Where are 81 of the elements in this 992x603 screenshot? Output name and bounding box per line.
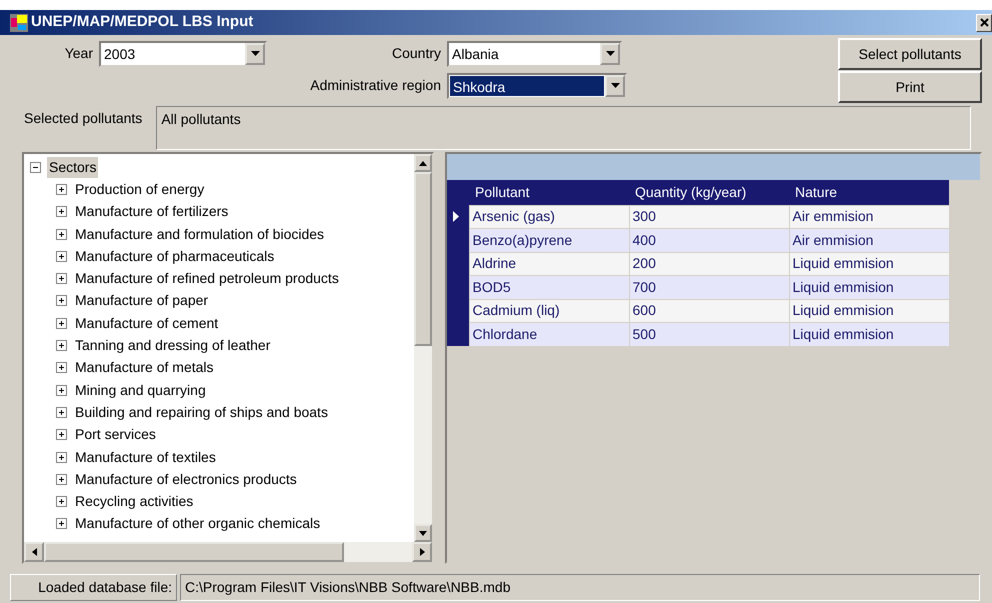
tree-item[interactable]: Manufacture of fertilizers: [73, 201, 230, 222]
expand-icon[interactable]: [56, 250, 67, 262]
expand-icon[interactable]: [56, 228, 67, 240]
current-row-icon: [453, 211, 459, 222]
table-cell: Air emmision: [789, 205, 949, 228]
expand-icon[interactable]: [56, 452, 67, 462]
table-cell: 200: [629, 252, 789, 276]
toolbar-button[interactable]: Print: [838, 71, 982, 103]
expand-icon[interactable]: [56, 340, 67, 352]
country-dropdown[interactable]: Albania: [447, 40, 622, 66]
table-cell: BOD5: [469, 276, 629, 299]
collapse-icon[interactable]: [30, 162, 41, 173]
toolbar-button[interactable]: Select pollutants: [838, 38, 982, 70]
expand-icon[interactable]: [56, 206, 67, 218]
horizontal-scrollbar[interactable]: [24, 542, 432, 562]
table-cell: Arsenic (gas): [469, 205, 629, 228]
close-button[interactable]: [976, 14, 992, 32]
database-path: C:\Program Files\IT Visions\NBB Software\NBB.mdb: [180, 574, 980, 601]
table-cell: Chlordane: [469, 322, 629, 346]
tree-item[interactable]: Manufacture of paper: [73, 290, 210, 312]
scroll-up-icon[interactable]: [419, 160, 427, 166]
table-cell: 700: [629, 276, 789, 299]
table-cell: Liquid emmision: [789, 322, 949, 346]
table-cell: Liquid emmision: [789, 276, 949, 299]
dropdown-arrow-icon[interactable]: [606, 51, 614, 56]
expand-icon[interactable]: [56, 318, 67, 329]
selected-pollutants-label: Selected pollutants: [24, 109, 142, 128]
table-cell: 300: [629, 205, 789, 228]
vertical-scrollbar[interactable]: [414, 154, 432, 542]
column-header: Nature: [789, 180, 949, 205]
tree-item[interactable]: Production of energy: [73, 178, 206, 200]
expand-icon[interactable]: [56, 184, 67, 195]
expand-icon[interactable]: [56, 384, 67, 396]
country-label: Country: [390, 44, 441, 63]
scroll-down-icon[interactable]: [419, 530, 427, 536]
table-cell: Benzo(a)pyrene: [469, 228, 629, 252]
expand-icon[interactable]: [56, 406, 67, 418]
table-cell: Liquid emmision: [789, 252, 949, 276]
tree-item[interactable]: Sectors: [47, 156, 98, 178]
tree-item[interactable]: Manufacture and formulation of biocides: [73, 224, 326, 245]
expand-icon[interactable]: [56, 295, 67, 306]
app-icon: [10, 14, 28, 32]
dropdown-arrow-icon[interactable]: [250, 51, 260, 56]
table-cell: Cadmium (liq): [469, 299, 629, 322]
expand-icon[interactable]: [56, 429, 67, 440]
table-cell: 400: [629, 228, 789, 252]
scroll-right-icon[interactable]: [420, 548, 424, 556]
table-cell: 500: [629, 322, 789, 346]
table-cell: Air emmision: [789, 228, 949, 252]
tree-item[interactable]: Manufacture of cement: [73, 312, 220, 334]
table-cell: 600: [629, 299, 789, 322]
region-label: Administrative region: [309, 76, 441, 95]
region-dropdown[interactable]: Shkodra: [447, 72, 627, 98]
tree-item[interactable]: Mining and quarrying: [73, 380, 208, 401]
expand-icon[interactable]: [56, 496, 67, 508]
close-icon[interactable]: [980, 18, 988, 27]
tree-item[interactable]: Port services: [73, 424, 158, 446]
expand-icon[interactable]: [56, 518, 67, 530]
tree-item[interactable]: Manufacture of other organic chemicals: [73, 513, 322, 534]
expand-icon[interactable]: [56, 362, 67, 374]
year-dropdown[interactable]: 2003: [99, 40, 267, 66]
tree-item[interactable]: Manufacture of refined petroleum products: [73, 268, 341, 290]
scroll-left-icon[interactable]: [32, 548, 36, 556]
year-label: Year: [64, 44, 93, 63]
tree-item[interactable]: Recycling activities: [73, 491, 196, 512]
expand-icon[interactable]: [56, 273, 67, 284]
tree-item[interactable]: Manufacture of textiles: [73, 446, 218, 468]
tree-item[interactable]: Building and repairing of ships and boats: [73, 402, 330, 423]
dropdown-arrow-icon[interactable]: [610, 83, 620, 88]
window-title: UNEP/MAP/MEDPOL LBS Input: [31, 12, 254, 32]
column-header: Pollutant: [469, 180, 629, 205]
expand-icon[interactable]: [56, 474, 67, 485]
tree-item[interactable]: Tanning and dressing of leather: [73, 335, 272, 356]
table-cell: Liquid emmision: [789, 299, 949, 322]
column-header: Quantity (kg/year): [629, 180, 789, 205]
status-label: Loaded database file:: [10, 574, 177, 601]
selected-pollutants-field: All pollutants: [156, 106, 972, 150]
tree-item[interactable]: Manufacture of pharmaceuticals: [73, 246, 276, 267]
tree-item[interactable]: Manufacture of electronics products: [73, 468, 299, 490]
tree-item[interactable]: Manufacture of metals: [73, 357, 216, 378]
table-cell: Aldrine: [469, 252, 629, 276]
